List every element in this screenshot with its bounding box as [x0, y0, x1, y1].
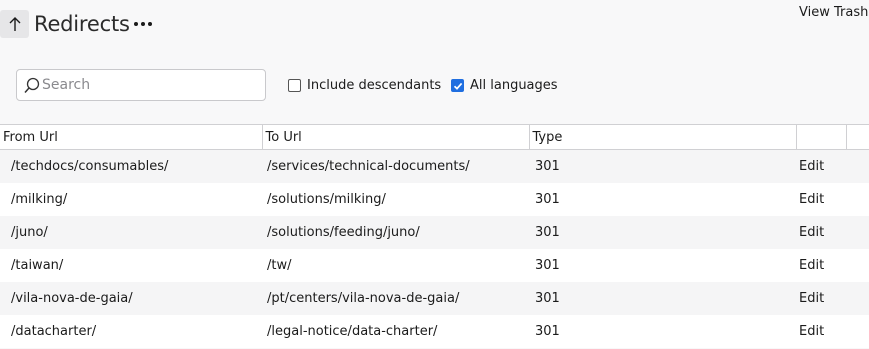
edit-link[interactable]: Edit: [796, 315, 846, 348]
type-cell: 301: [529, 315, 796, 348]
table-row[interactable]: /techdocs/consumables/ /services/technic…: [0, 149, 869, 183]
table-header-row: From Url To Url Type: [0, 124, 869, 150]
type-cell: 301: [529, 282, 796, 315]
filler-cell: [846, 216, 869, 249]
from-url-cell: /datacharter/: [0, 315, 262, 348]
include-descendants-label: Include descendants: [307, 78, 442, 93]
search-field[interactable]: [16, 69, 266, 101]
filler-cell: [846, 183, 869, 216]
type-cell: 301: [529, 249, 796, 282]
from-url-cell: /milking/: [0, 183, 262, 216]
table-row[interactable]: /datacharter/ /legal-notice/data-charter…: [0, 315, 869, 348]
more-dot: [141, 22, 145, 26]
filler-cell: [846, 315, 869, 348]
type-cell: 301: [529, 149, 796, 183]
table-row[interactable]: /taiwan/ /tw/ 301 Edit: [0, 249, 869, 282]
from-url-cell: /techdocs/consumables/: [0, 149, 262, 183]
column-header-from-url[interactable]: From Url: [0, 124, 263, 150]
table-row[interactable]: /vila-nova-de-gaia/ /pt/centers/vila-nov…: [0, 282, 869, 315]
from-url-cell: /taiwan/: [0, 249, 262, 282]
more-options-button[interactable]: [133, 15, 153, 33]
edit-link[interactable]: Edit: [796, 149, 846, 183]
table-row[interactable]: /juno/ /solutions/feeding/juno/ 301 Edit: [0, 216, 869, 249]
search-input[interactable]: [42, 70, 262, 100]
navigate-up-button[interactable]: [0, 10, 29, 38]
redirects-table: From Url To Url Type /techdocs/consumabl…: [0, 124, 869, 348]
arrow-up-icon: [9, 17, 20, 31]
search-icon: [24, 77, 40, 93]
filler-cell: [846, 249, 869, 282]
to-url-cell: /pt/centers/vila-nova-de-gaia/: [262, 282, 529, 315]
filler-cell: [846, 282, 869, 315]
edit-link[interactable]: Edit: [796, 183, 846, 216]
to-url-cell: /tw/: [262, 249, 529, 282]
more-horizontal-icon: [134, 22, 138, 26]
more-dot: [148, 22, 152, 26]
redirects-page: Redirects View Trash Include descendants…: [0, 0, 869, 349]
from-url-cell: /vila-nova-de-gaia/: [0, 282, 262, 315]
to-url-cell: /solutions/feeding/juno/: [262, 216, 529, 249]
column-header-type[interactable]: Type: [529, 124, 797, 150]
checkmark-icon: [453, 82, 462, 90]
view-trash-link[interactable]: View Trash: [799, 5, 868, 20]
all-languages-toggle[interactable]: All languages: [451, 78, 558, 93]
column-header-to-url[interactable]: To Url: [262, 124, 530, 150]
to-url-cell: /solutions/milking/: [262, 183, 529, 216]
from-url-cell: /juno/: [0, 216, 262, 249]
type-cell: 301: [529, 183, 796, 216]
filler-cell: [846, 149, 869, 183]
edit-link[interactable]: Edit: [796, 216, 846, 249]
type-cell: 301: [529, 216, 796, 249]
include-descendants-checkbox[interactable]: [288, 79, 301, 92]
include-descendants-toggle[interactable]: Include descendants: [288, 78, 441, 93]
all-languages-label: All languages: [470, 78, 558, 93]
to-url-cell: /services/technical-documents/: [262, 149, 529, 183]
table-row[interactable]: /milking/ /solutions/milking/ 301 Edit: [0, 183, 869, 216]
page-title: Redirects: [34, 12, 130, 36]
column-header-filler: [846, 124, 869, 150]
all-languages-checkbox[interactable]: [451, 79, 464, 92]
to-url-cell: /legal-notice/data-charter/: [262, 315, 529, 348]
edit-link[interactable]: Edit: [796, 249, 846, 282]
column-header-actions: [796, 124, 847, 150]
edit-link[interactable]: Edit: [796, 282, 846, 315]
